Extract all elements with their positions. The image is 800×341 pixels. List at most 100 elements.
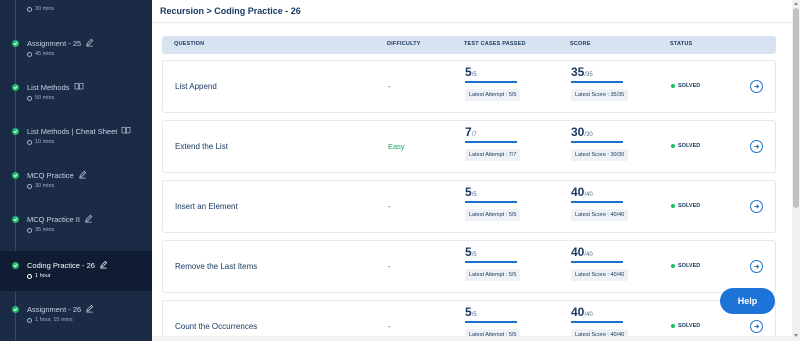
table-row[interactable]: Extend the List Easy 7/7 Latest Attempt …	[162, 120, 776, 173]
clock-icon	[27, 139, 32, 145]
main-content: Recursion > Coding Practice - 26 QUESTIO…	[152, 0, 792, 341]
sidebar-item-duration: 10 mins	[27, 139, 54, 145]
breadcrumb: Recursion > Coding Practice - 26	[160, 6, 301, 16]
scrollbar-thumb[interactable]	[793, 8, 799, 208]
pencil-icon	[85, 304, 94, 315]
status-dot-icon	[671, 204, 675, 208]
difficulty-value: -	[388, 262, 391, 271]
sidebar-item-assignment-25[interactable]: Assignment - 25 45 mins	[0, 30, 152, 73]
test-cases-progress-bar	[465, 201, 517, 203]
pencil-icon	[78, 170, 87, 181]
horizontal-scrollbar[interactable]	[152, 336, 792, 341]
score-progress-bar	[571, 81, 623, 83]
clock-icon	[27, 51, 32, 57]
score-cell: 40/40 Latest Score : 40/40	[571, 245, 629, 281]
status-badge: SOLVED	[671, 263, 700, 269]
score-cell: 35/35 Latest Score : 35/35	[571, 65, 629, 101]
header-test-cases: TEST CASES PASSED	[464, 41, 526, 47]
score-count: 40/40	[571, 305, 593, 319]
status-dot-icon	[671, 324, 675, 328]
clock-icon	[27, 6, 32, 12]
latest-score-chip: Latest Score : 35/35	[571, 89, 629, 101]
score-count: 35/35	[571, 65, 593, 79]
difficulty-value: -	[388, 322, 391, 331]
sidebar-item-title: Coding Practice - 26	[27, 260, 108, 271]
score-count: 40/40	[571, 185, 593, 199]
table-row[interactable]: Insert an Element - 5/5 Latest Attempt :…	[162, 180, 776, 233]
table-row[interactable]: Count the Occurrences - 5/5 Latest Attem…	[162, 300, 776, 341]
vertical-scrollbar[interactable]	[792, 0, 800, 341]
sidebar-item-title: Assignment - 25	[27, 38, 94, 49]
status-dot-icon	[671, 84, 675, 88]
test-cases-count: 5/5	[465, 65, 477, 79]
sidebar-item-assignment-26[interactable]: Assignment - 26 1 hour, 15 mins	[0, 296, 152, 339]
pencil-icon	[84, 214, 93, 225]
test-cases-cell: 5/5 Latest Attempt : 5/5	[465, 65, 521, 101]
latest-attempt-chip: Latest Attempt : 5/5	[465, 209, 521, 221]
arrow-right-circle-icon[interactable]	[750, 320, 763, 333]
check-icon	[12, 172, 19, 179]
sidebar-item-mcq-practice-ii[interactable]: MCQ Practice II 35 mins	[0, 206, 152, 249]
test-cases-cell: 7/7 Latest Attempt : 7/7	[465, 125, 521, 161]
sidebar-item-duration: 35 mins	[27, 227, 54, 233]
status-badge: SOLVED	[671, 143, 700, 149]
sidebar-item-duration: 45 mins	[27, 51, 54, 57]
header-score: SCORE	[570, 41, 591, 47]
question-title[interactable]: Extend the List	[175, 142, 228, 151]
test-cases-progress-bar	[465, 261, 517, 263]
sidebar-item-list-methods-cheat-sheet[interactable]: List Methods | Cheat Sheet 10 mins	[0, 118, 152, 161]
latest-score-chip: Latest Score : 40/40	[571, 209, 629, 221]
arrow-right-circle-icon[interactable]	[750, 260, 763, 273]
scroll-up-icon[interactable]	[794, 2, 798, 5]
score-progress-bar	[571, 201, 623, 203]
clock-icon	[27, 273, 32, 279]
sidebar-item-title: MCQ Practice	[27, 170, 87, 181]
table-header: QUESTION DIFFICULTY TEST CASES PASSED SC…	[162, 36, 776, 54]
header-status: STATUS	[670, 41, 693, 47]
sidebar-item-duration: 30 mins	[27, 6, 54, 12]
arrow-right-circle-icon[interactable]	[750, 80, 763, 93]
clock-icon	[27, 317, 32, 323]
check-icon	[12, 216, 19, 223]
status-dot-icon	[671, 144, 675, 148]
status-badge: SOLVED	[671, 203, 700, 209]
sidebar-item-list-methods[interactable]: List Methods 50 mins	[0, 74, 152, 117]
test-cases-progress-bar	[465, 141, 517, 143]
question-title[interactable]: Count the Occurrences	[175, 322, 257, 331]
check-icon	[12, 306, 19, 313]
sidebar-item-coding-practice-26[interactable]: Coding Practice - 26 1 hour	[0, 251, 152, 291]
sidebar-item-prev[interactable]: 30 mins	[0, 0, 152, 24]
help-button[interactable]: Help	[720, 288, 775, 314]
score-cell: 30/30 Latest Score : 30/30	[571, 125, 629, 161]
test-cases-count: 5/5	[465, 185, 477, 199]
sidebar-item-duration: 30 mins	[27, 183, 54, 189]
difficulty-value: -	[388, 202, 391, 211]
test-cases-count: 5/5	[465, 305, 477, 319]
scroll-down-icon[interactable]	[794, 334, 798, 337]
divider	[152, 22, 792, 23]
sidebar-item-duration: 1 hour, 15 mins	[27, 317, 73, 323]
sidebar-item-duration: 1 hour	[27, 273, 51, 279]
table-row[interactable]: Remove the Last Items - 5/5 Latest Attem…	[162, 240, 776, 293]
book-icon	[74, 82, 84, 92]
difficulty-value: -	[388, 82, 391, 91]
arrow-right-circle-icon[interactable]	[750, 200, 763, 213]
question-title[interactable]: Remove the Last Items	[175, 262, 257, 271]
pencil-icon	[85, 38, 94, 49]
table-row[interactable]: List Append - 5/5 Latest Attempt : 5/5 3…	[162, 60, 776, 113]
book-icon	[121, 126, 131, 136]
sidebar-item-title: Assignment - 26	[27, 304, 94, 315]
header-difficulty: DIFFICULTY	[387, 41, 421, 47]
question-title[interactable]: Insert an Element	[175, 202, 238, 211]
arrow-right-circle-icon[interactable]	[750, 140, 763, 153]
sidebar-item-duration: 50 mins	[27, 95, 54, 101]
pencil-icon	[99, 260, 108, 271]
test-cases-cell: 5/5 Latest Attempt : 5/5	[465, 185, 521, 221]
score-progress-bar	[571, 141, 623, 143]
question-title[interactable]: List Append	[175, 82, 217, 91]
sidebar-item-title: List Methods | Cheat Sheet	[27, 126, 131, 136]
test-cases-progress-bar	[465, 321, 517, 323]
clock-icon	[27, 227, 32, 233]
sidebar-item-mcq-practice[interactable]: MCQ Practice 30 mins	[0, 162, 152, 205]
status-dot-icon	[671, 264, 675, 268]
